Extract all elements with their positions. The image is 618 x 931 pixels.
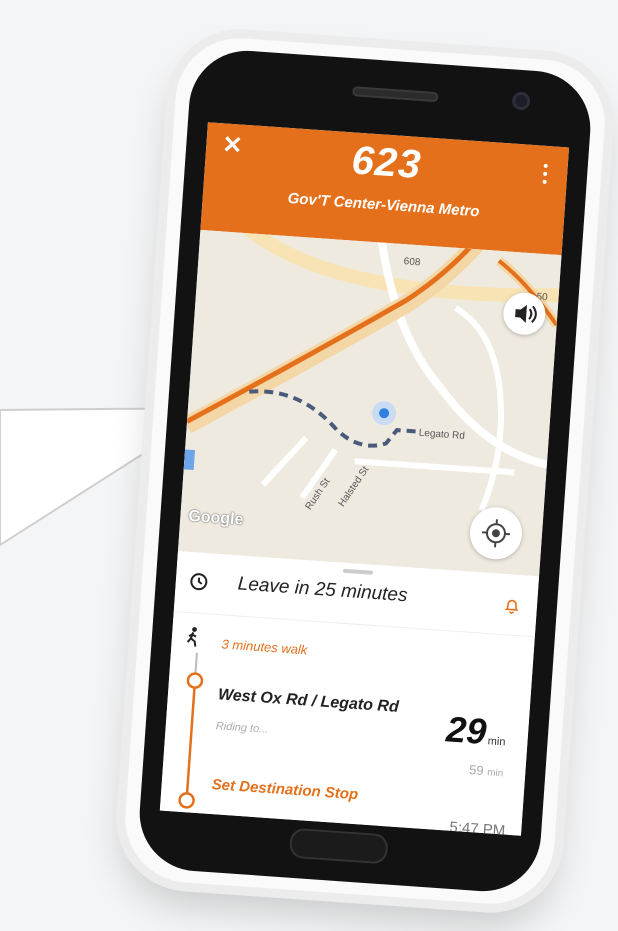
earpiece-speaker	[352, 86, 439, 103]
sheet-drag-handle[interactable]	[342, 568, 374, 575]
boarding-stop-name[interactable]: West Ox Rd / Legato Rd	[217, 686, 399, 717]
bell-icon[interactable]	[502, 596, 521, 615]
phone-device: ✕ 623 Gov'T Center-Vienna Metro 608 50 L…	[121, 34, 609, 908]
more-options-icon[interactable]	[540, 163, 550, 187]
next-eta-unit: min	[486, 767, 504, 780]
eta-unit: min	[487, 735, 506, 749]
set-destination-button[interactable]: Set Destination Stop	[211, 776, 359, 803]
riding-to-text: Riding to...	[215, 720, 269, 736]
app-screen: ✕ 623 Gov'T Center-Vienna Metro 608 50 L…	[159, 122, 570, 836]
map-view[interactable]: 608 50 Legato Rd Rush St Halsted St Goog…	[177, 229, 562, 577]
trip-timeline	[178, 652, 204, 809]
my-location-icon[interactable]	[468, 505, 524, 562]
trip-sheet: Leave in 25 minutes 3 minutes walk West …	[159, 551, 540, 836]
walking-icon	[186, 627, 197, 647]
next-eta-minutes: 59	[468, 762, 485, 778]
arrival-time: 5:47 PM	[448, 818, 506, 836]
eta-minutes: 29	[445, 708, 488, 753]
following-arrival: 59 min	[469, 762, 504, 779]
front-camera	[511, 91, 531, 111]
sheet-divider	[173, 611, 535, 638]
walk-duration: 3 minutes walk	[221, 636, 308, 658]
clock-icon	[190, 573, 208, 591]
home-button[interactable]	[288, 827, 389, 865]
phone-body: ✕ 623 Gov'T Center-Vienna Metro 608 50 L…	[135, 46, 595, 896]
google-attribution: Google	[187, 507, 244, 529]
route-608-shield: 608	[403, 256, 421, 269]
leave-time-text: Leave in 25 minutes	[237, 573, 409, 607]
volume-icon[interactable]	[501, 291, 547, 337]
next-arrival: 29min	[445, 708, 508, 754]
